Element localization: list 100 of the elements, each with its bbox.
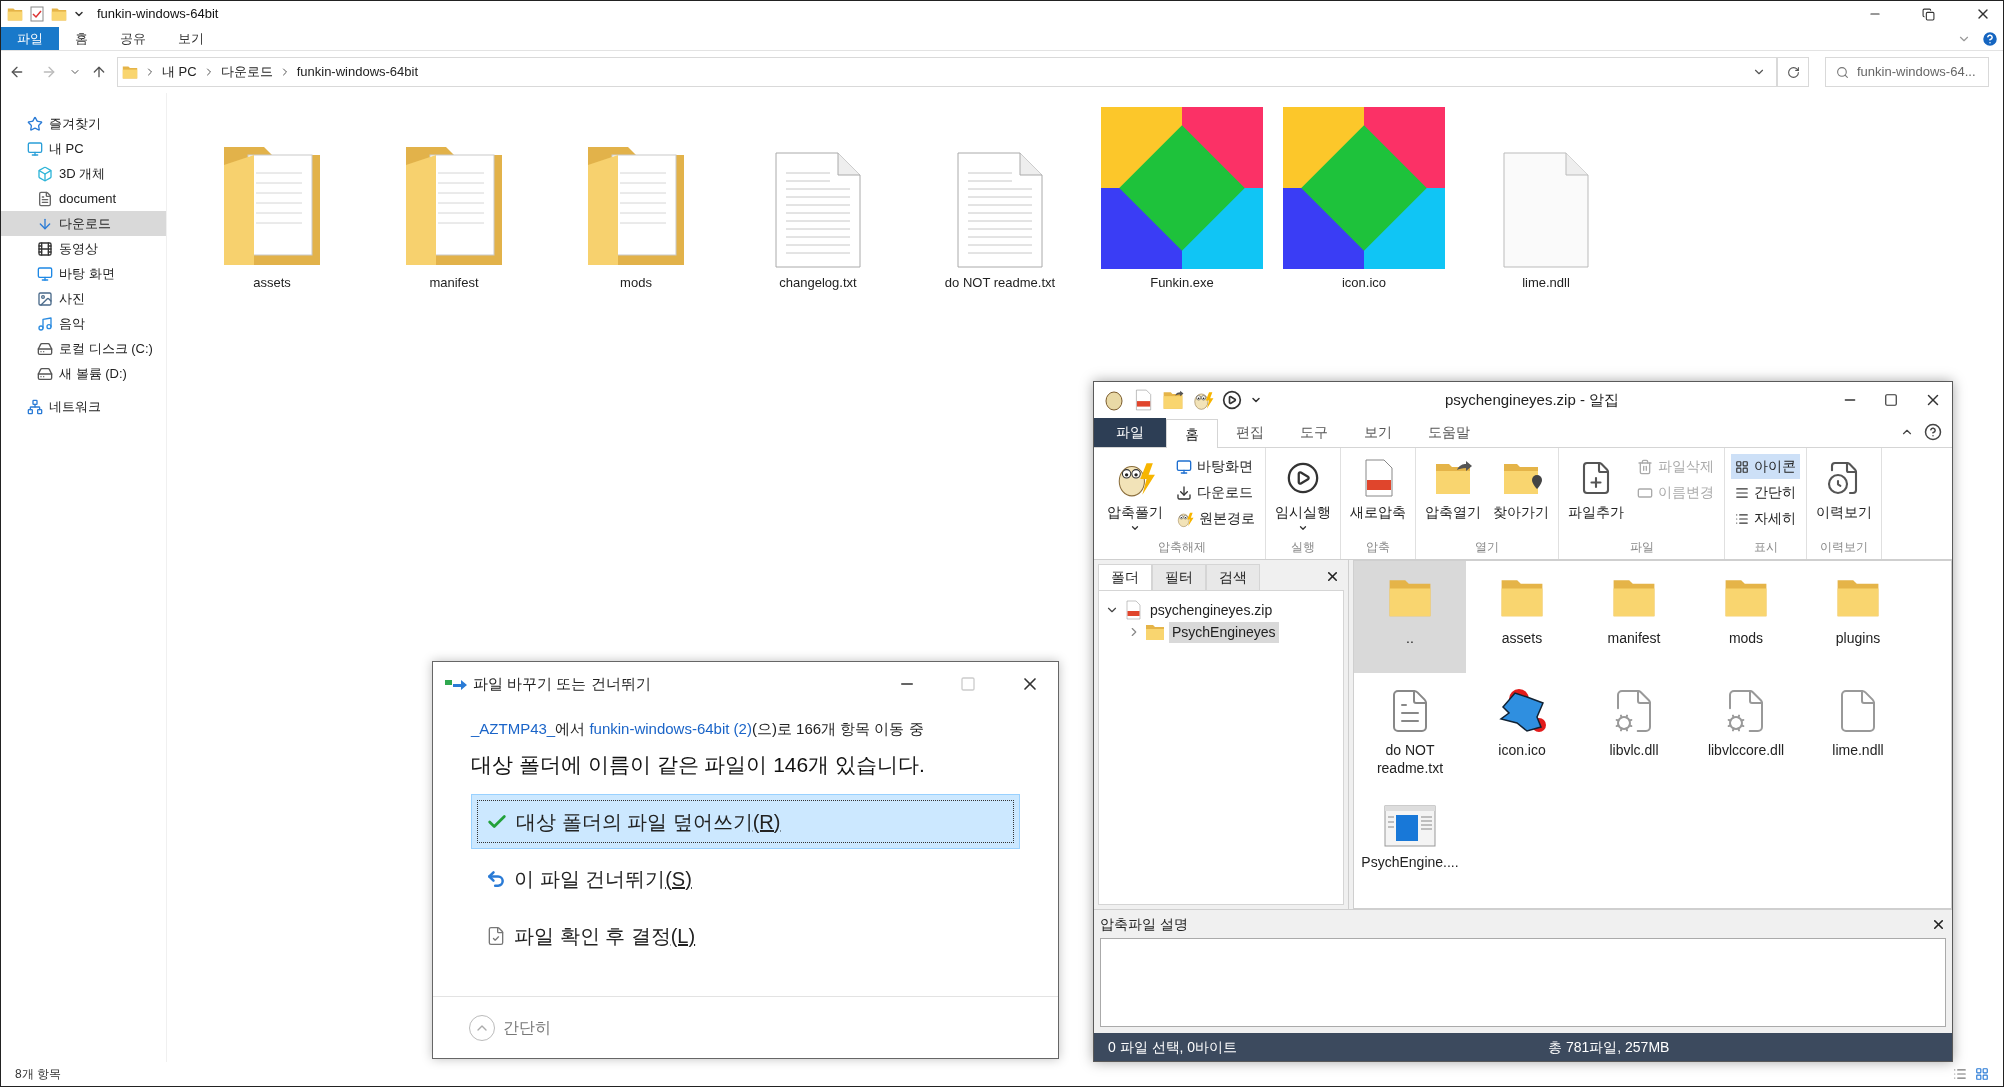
- file-item[interactable]: changelog.txt: [727, 103, 909, 293]
- ribbon-tab[interactable]: 파일: [1094, 418, 1166, 447]
- panel-tab[interactable]: 검색: [1206, 564, 1260, 590]
- sidebar-item[interactable]: 새 볼륨 (D:): [1, 361, 166, 386]
- folder-link[interactable]: funkin-windows-64bit (2): [589, 720, 752, 737]
- collapse-button[interactable]: 간단히: [469, 1014, 551, 1041]
- address-bar[interactable]: 내 PC 다운로드 funkin-windows-64bit: [117, 57, 1777, 87]
- file-item[interactable]: plugins: [1802, 561, 1914, 673]
- star-icon: [27, 115, 43, 132]
- ribbon-button[interactable]: 찾아가기: [1490, 454, 1552, 523]
- file-item[interactable]: manifest: [363, 103, 545, 293]
- file-item[interactable]: libvlc.dll: [1578, 673, 1690, 785]
- ribbon-button[interactable]: 원본경로: [1172, 506, 1259, 531]
- window-icon: [1384, 805, 1436, 847]
- panel-tab[interactable]: 폴더: [1098, 564, 1152, 590]
- sidebar-item[interactable]: 다운로드: [1, 211, 166, 236]
- monitor-icon: [27, 140, 43, 157]
- help-icon[interactable]: [1924, 423, 1942, 441]
- sidebar-item[interactable]: 로컬 디스크 (C:): [1, 336, 166, 361]
- ribbon-button[interactable]: 바탕화면: [1172, 454, 1259, 479]
- ribbon-tab[interactable]: 보기: [162, 27, 220, 50]
- sidebar-item[interactable]: 음악: [1, 311, 166, 336]
- file-item[interactable]: assets: [181, 103, 363, 293]
- restore-icon[interactable]: [1922, 7, 1935, 21]
- grid-icon: [1735, 459, 1749, 474]
- ribbon-tab[interactable]: 홈: [59, 27, 104, 50]
- search-icon: [1836, 65, 1849, 79]
- icons-view-icon[interactable]: [1975, 1067, 1989, 1081]
- checklist-icon[interactable]: [29, 6, 45, 22]
- tree-item[interactable]: psychengineyes.zip: [1147, 599, 1276, 621]
- ribbon-button[interactable]: 압축풀기: [1104, 454, 1166, 533]
- dialog-heading: 대상 폴더에 이름이 같은 파일이 146개 있습니다.: [471, 751, 926, 778]
- file-item[interactable]: ..: [1354, 561, 1466, 673]
- ribbon-tab[interactable]: 파일: [1, 27, 59, 50]
- ribbon-button[interactable]: 새로압축: [1347, 454, 1409, 523]
- colorful-logo-icon: [1101, 107, 1263, 269]
- ribbon-button[interactable]: 압축열기: [1422, 454, 1484, 523]
- status-text: 총 781파일, 257MB: [1548, 1037, 1670, 1057]
- file-item[interactable]: Funkin.exe: [1091, 103, 1273, 293]
- ribbon-button[interactable]: 임시실행: [1272, 454, 1334, 533]
- sidebar-item[interactable]: 네트워크: [1, 394, 166, 419]
- ribbon-button[interactable]: 자세히: [1731, 506, 1800, 531]
- sidebar-item[interactable]: 내 PC: [1, 136, 166, 161]
- move-status-text: _AZTMP43_에서 funkin-windows-64bit (2)(으)로 166개 항목 이동 중: [471, 719, 925, 739]
- search-field[interactable]: funkin-windows-64...: [1825, 57, 1989, 87]
- sidebar-item[interactable]: 바탕 화면: [1, 261, 166, 286]
- ribbon-button[interactable]: 아이콘: [1731, 454, 1800, 479]
- file-item[interactable]: manifest: [1578, 561, 1690, 673]
- file-item[interactable]: mods: [1690, 561, 1802, 673]
- maximize-icon[interactable]: [1884, 393, 1898, 407]
- group-label: 압축: [1365, 539, 1391, 556]
- folder-icon: [122, 64, 138, 80]
- group-label: 이력보기: [1819, 539, 1869, 556]
- tree-item[interactable]: PsychEngineyes: [1169, 621, 1279, 643]
- ribbon-tab[interactable]: 홈: [1166, 419, 1218, 448]
- sidebar-item[interactable]: 즐겨찾기: [1, 111, 166, 136]
- option-button[interactable]: 파일 확인 후 결정(L): [471, 908, 1020, 963]
- ribbon-button[interactable]: 다운로드: [1172, 480, 1259, 505]
- sidebar-item[interactable]: 동영상: [1, 236, 166, 261]
- breadcrumb[interactable]: 내 PC: [162, 62, 197, 82]
- drive-icon: [37, 340, 53, 357]
- window-title: funkin-windows-64bit: [97, 5, 220, 24]
- close-icon[interactable]: [1325, 569, 1340, 584]
- play-icon[interactable]: [1222, 390, 1242, 410]
- ribbon-tab[interactable]: 도구: [1282, 418, 1346, 447]
- breadcrumb[interactable]: 다운로드: [220, 62, 273, 82]
- sidebar-item[interactable]: 사진: [1, 286, 166, 311]
- ribbon-button[interactable]: 간단히: [1731, 480, 1800, 505]
- panel-tab[interactable]: 필터: [1152, 564, 1206, 590]
- file-item[interactable]: lime.ndll: [1455, 103, 1637, 293]
- breadcrumb[interactable]: funkin-windows-64bit: [296, 62, 419, 82]
- cartoon-character-icon: [1192, 389, 1214, 411]
- sidebar-item[interactable]: 3D 개체: [1, 161, 166, 186]
- refresh-button[interactable]: [1777, 57, 1809, 87]
- file-item[interactable]: icon.ico: [1273, 103, 1455, 293]
- details-view-icon[interactable]: [1953, 1067, 1967, 1081]
- ribbon-button[interactable]: 파일추가: [1565, 454, 1627, 523]
- file-item[interactable]: do NOT readme.txt: [909, 103, 1091, 293]
- back-icon[interactable]: [9, 64, 25, 80]
- folder-link[interactable]: _AZTMP43_: [471, 720, 556, 737]
- option-button[interactable]: 이 파일 건너뛰기(S): [471, 851, 1020, 906]
- file-item[interactable]: mods: [545, 103, 727, 293]
- file-item[interactable]: icon.ico: [1466, 673, 1578, 785]
- ribbon-tab[interactable]: 공유: [104, 27, 162, 50]
- group-label: 압축해제: [1156, 539, 1207, 556]
- file-item[interactable]: PsychEngine....: [1354, 785, 1466, 897]
- ribbon-button[interactable]: 이력보기: [1813, 454, 1875, 523]
- sidebar-item[interactable]: document: [1, 186, 166, 211]
- ribbon-tab[interactable]: 도움말: [1410, 418, 1488, 447]
- file-item[interactable]: libvlccore.dll: [1690, 673, 1802, 785]
- egg-icon[interactable]: [1104, 389, 1124, 411]
- up-icon[interactable]: [91, 64, 107, 80]
- ribbon-tab[interactable]: 편집: [1218, 418, 1282, 447]
- file-item[interactable]: do NOT readme.txt: [1354, 673, 1466, 785]
- panel-title: 압축파일 설명: [1100, 914, 1189, 934]
- file-item[interactable]: assets: [1466, 561, 1578, 673]
- option-button[interactable]: 대상 폴더의 파일 덮어쓰기(R): [471, 794, 1020, 849]
- description-field[interactable]: [1100, 938, 1946, 1027]
- ribbon-tab[interactable]: 보기: [1346, 418, 1410, 447]
- file-item[interactable]: lime.ndll: [1802, 673, 1914, 785]
